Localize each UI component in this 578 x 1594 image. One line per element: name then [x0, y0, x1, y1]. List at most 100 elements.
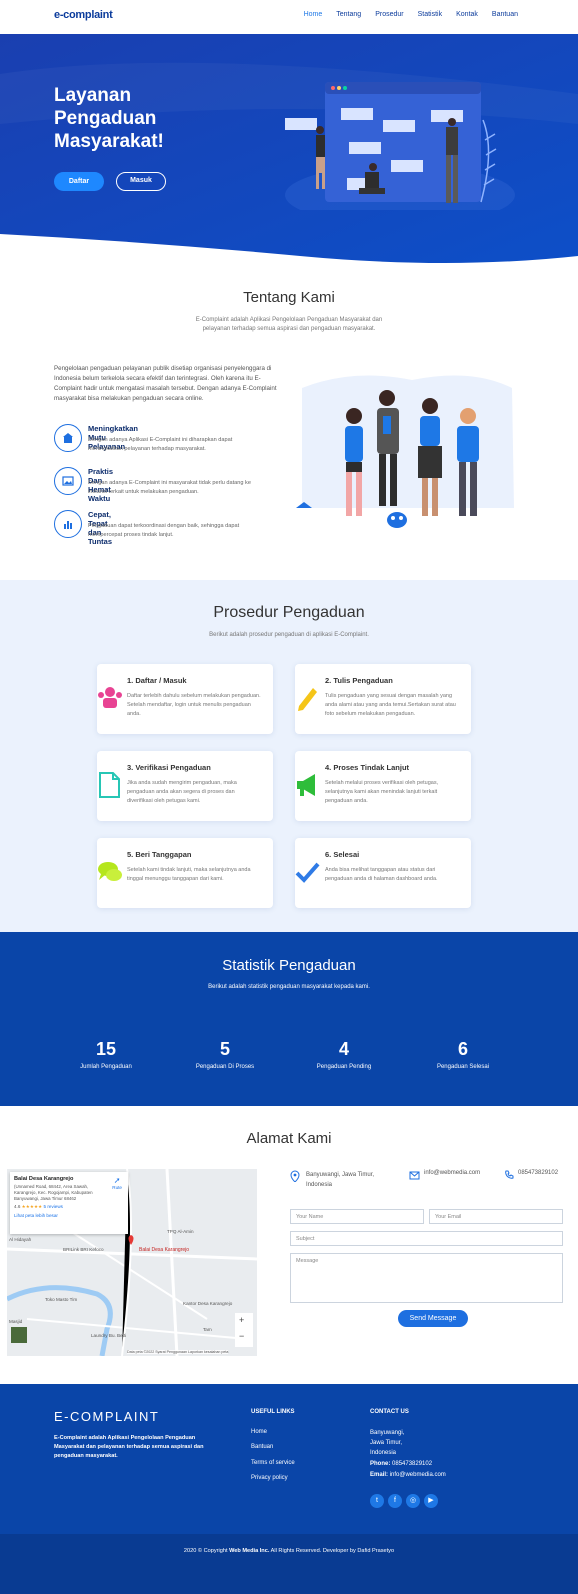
map-label: Toko Masto Tim — [45, 1297, 78, 1302]
contact-email-text: info@webmedia.com — [424, 1170, 481, 1176]
rating-value: 4.6 — [14, 1204, 21, 1209]
stat-label: Pengaduan Selesai — [436, 1064, 490, 1070]
stat-label: Jumlah Pengaduan — [80, 1064, 132, 1070]
reviews-link[interactable]: 5 reviews — [44, 1204, 63, 1209]
stat-label: Pengaduan Pending — [316, 1064, 372, 1070]
nav-home[interactable]: Home — [304, 11, 323, 18]
card-title: 3. Verifikasi Pengaduan — [127, 763, 211, 772]
footer-contact-line: Jawa Timur, — [370, 1440, 403, 1446]
footer-phone: Phone: 085473829102 — [370, 1461, 432, 1467]
contact-email: info@webmedia.com — [409, 1170, 480, 1180]
email-input[interactable]: Your Email — [429, 1209, 563, 1224]
nav-bantuan[interactable]: Bantuan — [492, 11, 518, 18]
nav-tentang[interactable]: Tentang — [336, 11, 361, 18]
phone-icon — [505, 1170, 514, 1179]
location-icon — [290, 1170, 300, 1182]
feature-item: Cepat, Tepat dan Tuntas Pengaduan dapat … — [54, 510, 239, 546]
larger-map-link[interactable]: Lihat peta lebih besar — [14, 1213, 124, 1218]
footer-links-title: USEFUL LINKS — [251, 1409, 295, 1415]
google-map[interactable]: Balai Desa Karangrejo (Unnamed Road, 684… — [7, 1169, 257, 1356]
image-icon — [54, 467, 82, 495]
send-message-button[interactable]: Send Message — [398, 1310, 468, 1327]
footer-contact-line: Indonesia — [370, 1450, 397, 1456]
stat-label: Pengaduan Di Proses — [195, 1064, 255, 1070]
twitter-icon[interactable]: t — [370, 1494, 384, 1508]
card-title: 1. Daftar / Masuk — [127, 676, 187, 685]
check-icon — [295, 862, 320, 883]
message-textarea[interactable]: Message — [290, 1253, 563, 1303]
nav-prosedur[interactable]: Prosedur — [375, 11, 403, 18]
phone-label: Phone: — [370, 1461, 391, 1467]
stat-value: 15 — [95, 1039, 117, 1059]
prosedur-card: 1. Daftar / Masuk Daftar terlebih dahulu… — [97, 664, 273, 734]
daftar-button[interactable]: Daftar — [54, 172, 104, 191]
hero-title: Layanan Pengaduan Masyarakat! — [54, 85, 164, 152]
star-icon: ★★★★★ — [21, 1204, 43, 1209]
card-title: 2. Tulis Pengaduan — [325, 676, 393, 685]
map-info-card: Balai Desa Karangrejo (Unnamed Road, 684… — [10, 1172, 128, 1234]
directions-button[interactable]: ➚ Rute — [112, 1176, 122, 1190]
chart-icon — [54, 510, 82, 538]
zoom-in-button[interactable]: + — [239, 1315, 244, 1325]
card-desc: Tulis pengaduan yang sesuai dengan masal… — [325, 693, 456, 717]
about-title: Tentang Kami — [243, 289, 335, 306]
nav-statistik[interactable]: Statistik — [418, 11, 443, 18]
about-subtitle: E-Complaint adalah Aplikasi Pengelolaan … — [195, 317, 383, 332]
prosedur-card: 3. Verifikasi Pengaduan Jika anda sudah … — [97, 751, 273, 821]
about-paragraph: Pengelolaan pengaduan pelayanan publik d… — [54, 365, 277, 402]
main-nav: Home Tentang Prosedur Statistik Kontak B… — [304, 11, 518, 18]
users-icon — [98, 687, 122, 708]
map-address: (Unnamed Road, 68442, Area Sawah, Karang… — [14, 1184, 93, 1201]
footer-link-home[interactable]: Home — [251, 1429, 267, 1435]
subject-input[interactable]: Subject — [290, 1231, 563, 1246]
directions-icon: ➚ — [113, 1176, 121, 1185]
footer-link-terms[interactable]: Terms of service — [251, 1460, 295, 1466]
map-label: Masjid — [9, 1319, 23, 1324]
megaphone-icon — [297, 774, 315, 796]
card-title: 4. Proses Tindak Lanjut — [325, 763, 410, 772]
map-label: Al Hidayah — [9, 1237, 32, 1242]
email-value: info@webmedia.com — [389, 1472, 446, 1478]
card-title: 5. Beri Tanggapan — [127, 850, 192, 859]
nav-kontak[interactable]: Kontak — [456, 11, 478, 18]
stat-value: 5 — [219, 1039, 230, 1059]
phone-value: 085473829102 — [392, 1461, 433, 1467]
copyright-post: All Rights Reserved. Developer by Dafid … — [269, 1548, 395, 1554]
prosedur-card: 6. Selesai Anda bisa melihat tanggapan a… — [295, 838, 471, 908]
youtube-icon[interactable]: ▶ — [424, 1494, 438, 1508]
facebook-icon[interactable]: f — [388, 1494, 402, 1508]
document-icon — [99, 772, 120, 798]
copyright: 2020 © Copyright Web Media Inc. All Righ… — [0, 1548, 578, 1554]
map-label: Kantor Desa Karangrejo — [183, 1301, 233, 1306]
statistik-subtitle: Berikut adalah statistik pengaduan masya… — [208, 984, 370, 990]
feature-desc: Pengaduan dapat terkoordinasi dengan bai… — [88, 523, 240, 538]
about-subtitle-wrap: E-Complaint adalah Aplikasi Pengelolaan … — [0, 316, 578, 334]
alamat-title: Alamat Kami — [246, 1130, 332, 1147]
footer-email: Email: info@webmedia.com — [370, 1472, 446, 1478]
name-input[interactable]: Your Name — [290, 1209, 424, 1224]
map-place-name: Balai Desa Karangrejo — [14, 1176, 74, 1182]
footer-link-bantuan[interactable]: Bantuan — [251, 1444, 273, 1450]
map-rating: 4.6 ★★★★★ 5 reviews — [14, 1204, 124, 1210]
map-footer: Data peta ©2022 Syarat Penggunaan Lapork… — [127, 1350, 229, 1354]
logo[interactable]: e-complaint — [54, 9, 113, 21]
instagram-icon[interactable]: ◎ — [406, 1494, 420, 1508]
about-illustration — [296, 375, 514, 528]
footer-link-privacy[interactable]: Privacy policy — [251, 1475, 288, 1481]
contact-phone: 085473829102 — [504, 1170, 558, 1180]
building-icon — [54, 424, 82, 452]
prosedur-title: Prosedur Pengaduan — [213, 604, 365, 621]
card-title: 6. Selesai — [325, 850, 360, 859]
social-links: t f ◎ ▶ — [370, 1494, 438, 1508]
feature-desc: Dengan adanya E-Complaint ini masyarakat… — [88, 480, 251, 495]
card-desc: Daftar terlebih dahulu sebelum melakukan… — [127, 693, 261, 717]
zoom-out-button[interactable]: − — [239, 1331, 244, 1341]
footer-brand: E-COMPLAINT — [54, 1409, 160, 1424]
contact-address: Banyuwangi, Jawa Timur, Indonesia — [290, 1170, 378, 1190]
card-desc: Setelah melalui proses verifikasi oleh p… — [325, 780, 439, 804]
masuk-button[interactable]: Masuk — [116, 172, 166, 191]
pencil-icon — [298, 688, 317, 711]
hero-illustration — [285, 82, 515, 210]
copyright-pre: 2020 © Copyright — [183, 1548, 230, 1554]
contact-phone-text: 085473829102 — [518, 1170, 559, 1176]
